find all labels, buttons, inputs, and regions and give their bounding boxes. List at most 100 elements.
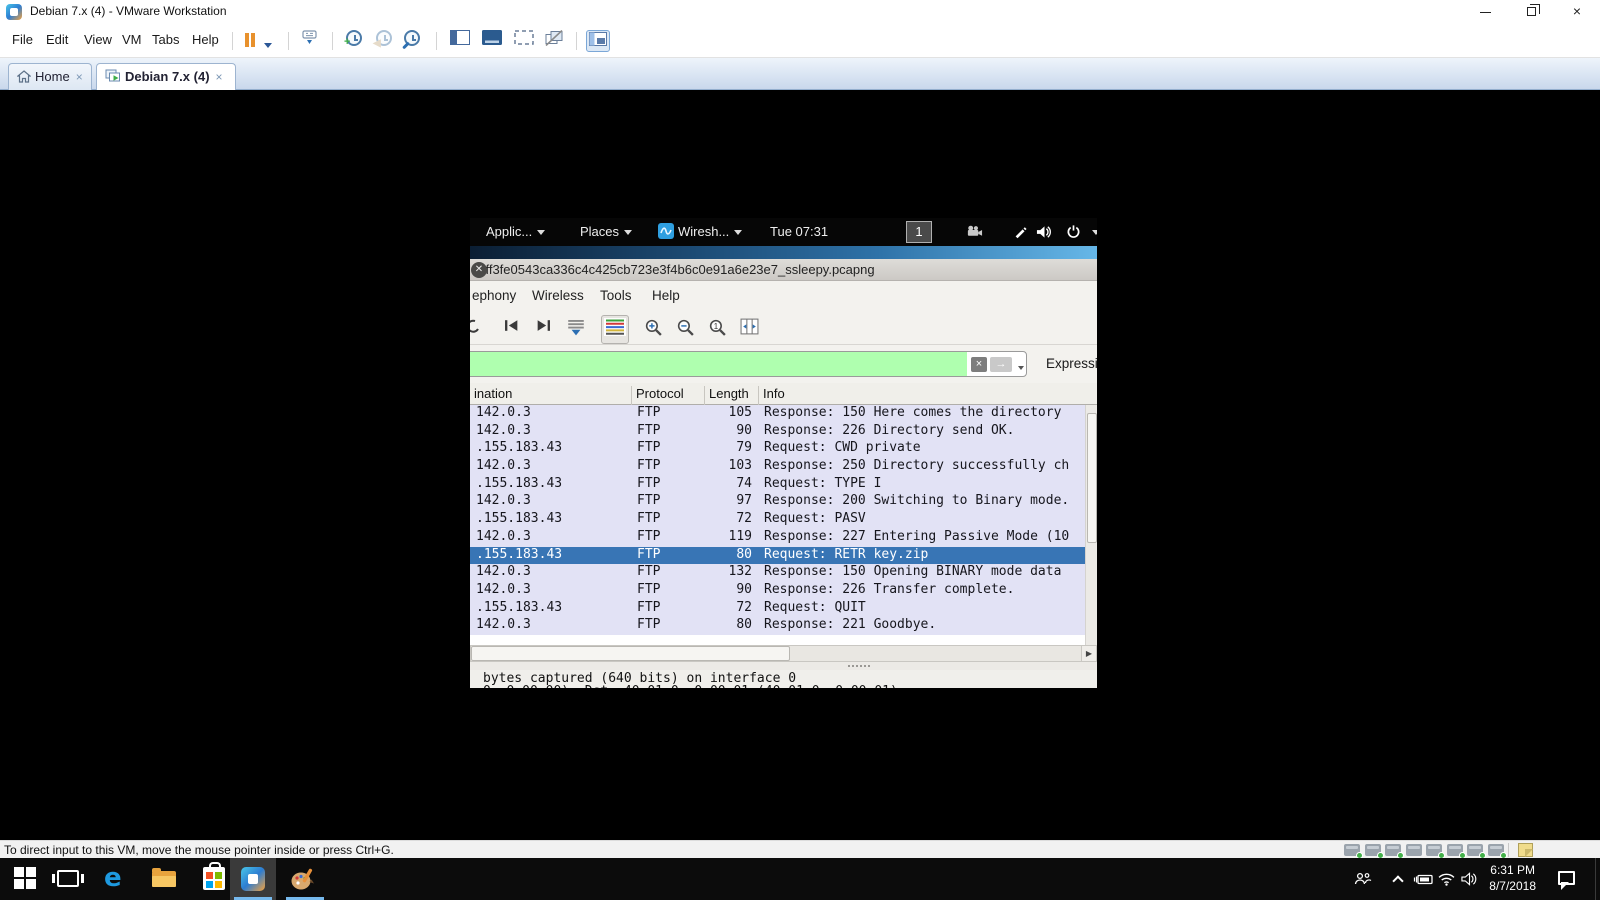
power-icon[interactable] <box>1066 224 1081 242</box>
edge-icon[interactable] <box>104 863 122 893</box>
vertical-scrollbar-thumb[interactable] <box>1087 413 1097 543</box>
column-info[interactable]: Info <box>759 386 1085 405</box>
auto-scroll-icon[interactable] <box>566 318 586 341</box>
expression-button[interactable]: Expression... <box>1046 356 1097 371</box>
vertical-scrollbar[interactable] <box>1085 405 1097 645</box>
column-destination[interactable]: ination <box>470 386 632 405</box>
task-view-button[interactable] <box>57 870 79 887</box>
cd-dvd-icon[interactable] <box>1365 844 1381 856</box>
gnome-clock[interactable]: Tue 07:31 <box>770 224 828 239</box>
menu-tabs[interactable]: Tabs <box>152 32 179 47</box>
packet-row[interactable]: .155.183.43 FTP 74 Request: TYPE I <box>470 476 1085 494</box>
packet-row[interactable]: 142.0.3 FTP 105 Response: 150 Here comes… <box>470 405 1085 423</box>
horizontal-scrollbar[interactable]: ▶ <box>470 645 1097 662</box>
go-to-packet-icon[interactable] <box>470 318 480 341</box>
people-icon[interactable] <box>1354 872 1372 890</box>
detail-ethernet-line-clipped[interactable]: 0: 0:00:00), Dst: 40:01:0: 0:00:01 (40:0… <box>483 684 898 688</box>
packet-row[interactable]: 142.0.3 FTP 90 Response: 226 Directory s… <box>470 423 1085 441</box>
resize-columns-icon[interactable] <box>740 318 759 340</box>
ws-menu-wireless[interactable]: Wireless <box>532 288 584 303</box>
revert-snapshot-button[interactable]: ◀ <box>376 30 392 52</box>
column-length[interactable]: Length <box>705 386 759 405</box>
manage-snapshots-button[interactable] <box>404 30 420 52</box>
restore-button[interactable] <box>1508 0 1554 24</box>
scroll-right-arrow-icon[interactable]: ▶ <box>1081 646 1096 661</box>
filter-dropdown-button[interactable] <box>1015 357 1026 372</box>
webcam-icon[interactable] <box>1467 844 1483 856</box>
action-center-icon[interactable] <box>1558 871 1575 885</box>
menu-file[interactable]: File <box>12 32 33 47</box>
printer-icon[interactable] <box>1406 844 1422 856</box>
wifi-icon[interactable] <box>1438 873 1455 891</box>
filter-clear-button[interactable]: × <box>971 357 987 372</box>
start-button[interactable] <box>14 867 36 889</box>
ws-menu-telephony[interactable]: ephony <box>472 288 516 303</box>
packet-row[interactable]: 142.0.3 FTP 103 Response: 250 Directory … <box>470 458 1085 476</box>
packet-row[interactable]: 142.0.3 FTP 97 Response: 200 Switching t… <box>470 493 1085 511</box>
workspace-indicator[interactable]: 1 <box>906 221 932 243</box>
unity-view-button[interactable] <box>544 30 564 52</box>
battery-icon[interactable] <box>1413 872 1434 890</box>
gnome-places-menu[interactable]: Places <box>580 224 632 239</box>
power-options-dropdown[interactable] <box>264 37 272 59</box>
display-filter-input[interactable] <box>470 352 967 376</box>
gnome-appmenu-wireshark[interactable]: Wiresh... <box>678 224 742 239</box>
wireshark-close-icon[interactable]: ✕ <box>471 262 487 278</box>
packet-row[interactable]: .155.183.43 FTP 72 Request: PASV <box>470 511 1085 529</box>
send-ctrl-alt-del-button[interactable] <box>300 30 319 52</box>
taskbar-clock[interactable]: 6:31 PM 8/7/2018 <box>1489 862 1536 894</box>
ws-menu-tools[interactable]: Tools <box>600 288 632 303</box>
network-adapter-icon[interactable] <box>1385 844 1401 856</box>
packet-row[interactable]: 142.0.3 FTP 90 Response: 226 Transfer co… <box>470 582 1085 600</box>
show-desktop-button[interactable] <box>1595 858 1600 900</box>
menu-vm[interactable]: VM <box>122 32 142 47</box>
system-menu-chevron-icon[interactable] <box>1087 224 1097 239</box>
paint-icon[interactable] <box>290 867 316 896</box>
packet-row[interactable]: .155.183.43 FTP 72 Request: QUIT <box>470 600 1085 618</box>
usb-device-icon[interactable] <box>1447 844 1463 856</box>
vm-console-area[interactable]: Applic... Places Wiresh... Tue 07:31 1 d… <box>0 90 1600 840</box>
packet-row[interactable]: 142.0.3 FTP 80 Response: 221 Goodbye. <box>470 617 1085 635</box>
usb-device-2-icon[interactable] <box>1488 844 1504 856</box>
gnome-applications-menu[interactable]: Applic... <box>486 224 545 239</box>
close-button[interactable]: × <box>1554 0 1600 24</box>
zoom-in-icon[interactable] <box>644 318 663 342</box>
hard-disk-icon[interactable] <box>1344 844 1360 856</box>
console-view-button[interactable] <box>482 30 502 52</box>
tab-home-close-icon[interactable]: × <box>76 70 83 84</box>
screencast-icon[interactable] <box>966 225 983 240</box>
horizontal-scrollbar-thumb[interactable] <box>471 646 790 661</box>
tab-debian[interactable]: Debian 7.x (4)× <box>96 63 236 90</box>
menu-help[interactable]: Help <box>192 32 219 47</box>
sound-icon[interactable] <box>1426 844 1442 856</box>
tray-overflow-chevron-icon[interactable] <box>1392 875 1403 886</box>
vmware-workstation-icon[interactable] <box>241 867 265 891</box>
file-explorer-icon[interactable] <box>152 871 176 887</box>
last-packet-icon[interactable] <box>535 318 552 338</box>
packet-row[interactable]: .155.183.43 FTP 79 Request: CWD private <box>470 440 1085 458</box>
take-snapshot-button[interactable]: + <box>346 30 362 52</box>
zoom-100-icon[interactable]: 1 <box>708 318 727 342</box>
pane-splitter[interactable] <box>470 662 1097 670</box>
packet-row[interactable]: .155.183.43 FTP 80 Request: RETR key.zip <box>470 547 1085 565</box>
menu-edit[interactable]: Edit <box>46 32 68 47</box>
vmware-taskbar-cell[interactable] <box>230 858 276 900</box>
message-log-icon[interactable] <box>1518 843 1533 857</box>
zoom-out-icon[interactable] <box>676 318 695 342</box>
menu-view[interactable]: View <box>84 32 112 47</box>
tab-home[interactable]: Home× <box>8 63 92 90</box>
fullscreen-button[interactable] <box>514 30 534 52</box>
minimize-button[interactable] <box>1462 0 1508 24</box>
library-toggle-button[interactable] <box>586 30 610 52</box>
tab-debian-close-icon[interactable]: × <box>216 70 223 84</box>
show-library-button[interactable] <box>450 30 470 52</box>
ws-menu-help[interactable]: Help <box>652 288 680 303</box>
input-pen-icon[interactable] <box>1013 225 1027 242</box>
colorize-packets-icon[interactable] <box>601 315 629 344</box>
suspend-vm-button[interactable] <box>244 30 256 52</box>
first-packet-icon[interactable] <box>503 318 520 338</box>
microsoft-store-icon[interactable] <box>203 867 225 890</box>
packet-row[interactable]: 142.0.3 FTP 119 Response: 227 Entering P… <box>470 529 1085 547</box>
filter-apply-button[interactable]: → <box>990 357 1012 372</box>
packet-row[interactable]: 142.0.3 FTP 132 Response: 150 Opening BI… <box>470 564 1085 582</box>
